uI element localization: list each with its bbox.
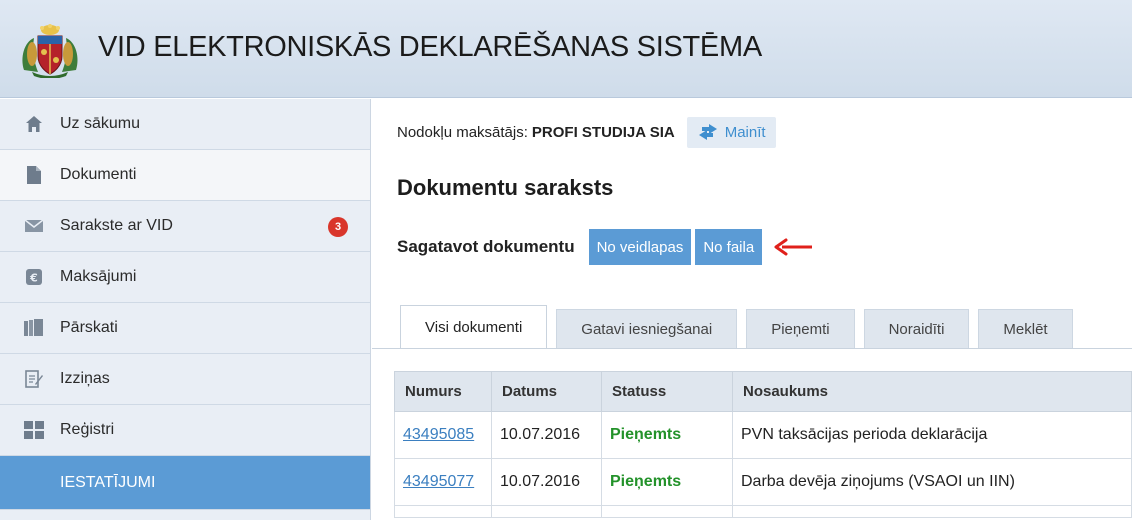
certificate-icon [24, 369, 44, 389]
column-header-status[interactable]: Statuss [601, 371, 733, 412]
taxpayer-bar: Nodokļu maksātājs: PROFI STUDIJA SIA Mai… [397, 116, 776, 148]
taxpayer-label: Nodokļu maksātājs: [397, 123, 528, 141]
sidebar-item-messages[interactable]: Sarakste ar VID 3 [0, 201, 370, 252]
column-header-date[interactable]: Datums [491, 371, 602, 412]
taxpayer-name: PROFI STUDIJA SIA [531, 123, 675, 141]
svg-text:€: € [29, 272, 38, 285]
change-taxpayer-button[interactable]: Mainīt [686, 116, 776, 148]
document-number-link[interactable]: 43495085 [403, 426, 474, 443]
document-date: 10.07.2016 [491, 458, 602, 506]
table-row: 43495085 10.07.2016 Pieņemts PVN taksāci… [394, 411, 1132, 459]
sidebar-item-label: Uz sākumu [60, 115, 141, 132]
unread-count-badge: 3 [328, 217, 348, 237]
red-arrow-icon [774, 238, 813, 256]
sidebar-item-certificates[interactable]: Izziņas [0, 354, 370, 405]
main-content: Nodokļu maksātājs: PROFI STUDIJA SIA Mai… [372, 99, 1132, 520]
documents-table: Numurs Datums Statuss Nosaukums 43495085… [394, 371, 1132, 518]
sidebar-item-reports[interactable]: Pārskati [0, 303, 370, 354]
table-row [394, 505, 1132, 518]
page-title: Dokumentu saraksts [397, 175, 614, 200]
document-name: PVN taksācijas perioda deklarācija [732, 411, 1132, 459]
table-row: 43495077 10.07.2016 Pieņemts Darba devēj… [394, 458, 1132, 506]
tab-all-documents[interactable]: Visi dokumenti [400, 305, 548, 349]
document-number-link[interactable]: 43495077 [403, 473, 474, 490]
envelope-icon [24, 216, 44, 236]
prepare-document-label: Sagatavot dokumentu [397, 237, 575, 256]
app-title: VID ELEKTRONISKĀS DEKLARĒŠANAS SISTĒMA [98, 31, 762, 63]
tabs-divider [372, 348, 1132, 349]
sidebar-item-label: Dokumenti [60, 166, 137, 183]
document-status: Pieņemts [601, 411, 733, 459]
tab-accepted[interactable]: Pieņemti [746, 309, 855, 349]
prepare-document-bar: Sagatavot dokumentu No veidlapas No fail… [397, 229, 814, 265]
sidebar-item-label: Pārskati [60, 319, 118, 336]
tab-search[interactable]: Meklēt [978, 309, 1073, 349]
from-file-button[interactable]: No faila [695, 229, 763, 265]
app-header: VID ELEKTRONISKĀS DEKLARĒŠANAS SISTĒMA [0, 0, 1132, 98]
home-icon [24, 114, 44, 134]
sidebar-item-payments[interactable]: € Maksājumi [0, 252, 370, 303]
sidebar-item-documents[interactable]: Dokumenti [0, 150, 370, 201]
sidebar-item-settings[interactable]: IESTATĪJUMI [0, 456, 370, 510]
document-icon [24, 165, 44, 185]
table-header-row: Numurs Datums Statuss Nosaukums [394, 371, 1132, 412]
tab-rejected[interactable]: Noraidīti [863, 309, 970, 349]
tab-ready-to-submit[interactable]: Gatavi iesniegšanai [556, 309, 738, 349]
payment-icon: € [24, 267, 44, 287]
sidebar-item-label: Reģistri [60, 421, 115, 438]
from-form-button[interactable]: No veidlapas [588, 229, 692, 265]
reports-icon [24, 318, 44, 338]
sidebar-nav: Uz sākumu Dokumenti Sarakste ar VID 3 € … [0, 99, 371, 520]
grid-icon [24, 420, 44, 440]
sidebar-item-home[interactable]: Uz sākumu [0, 99, 370, 150]
document-tabs: Visi dokumenti Gatavi iesniegšanai Pieņe… [400, 305, 1082, 349]
column-header-number[interactable]: Numurs [394, 371, 492, 412]
document-date: 10.07.2016 [491, 411, 602, 459]
sidebar-item-registers[interactable]: Reģistri [0, 405, 370, 456]
sidebar-item-label: Izziņas [60, 370, 110, 387]
document-status: Pieņemts [601, 458, 733, 506]
swap-arrows-icon [698, 124, 717, 140]
change-taxpayer-label: Mainīt [724, 123, 766, 141]
column-header-name[interactable]: Nosaukums [732, 371, 1132, 412]
sidebar-item-label: IESTATĪJUMI [60, 473, 156, 491]
document-name: Darba devēja ziņojums (VSAOI un IIN) [732, 458, 1132, 506]
sidebar-item-label: Maksājumi [60, 268, 137, 285]
sidebar-item-label: Sarakste ar VID [60, 217, 173, 234]
coat-of-arms-logo [22, 24, 78, 78]
